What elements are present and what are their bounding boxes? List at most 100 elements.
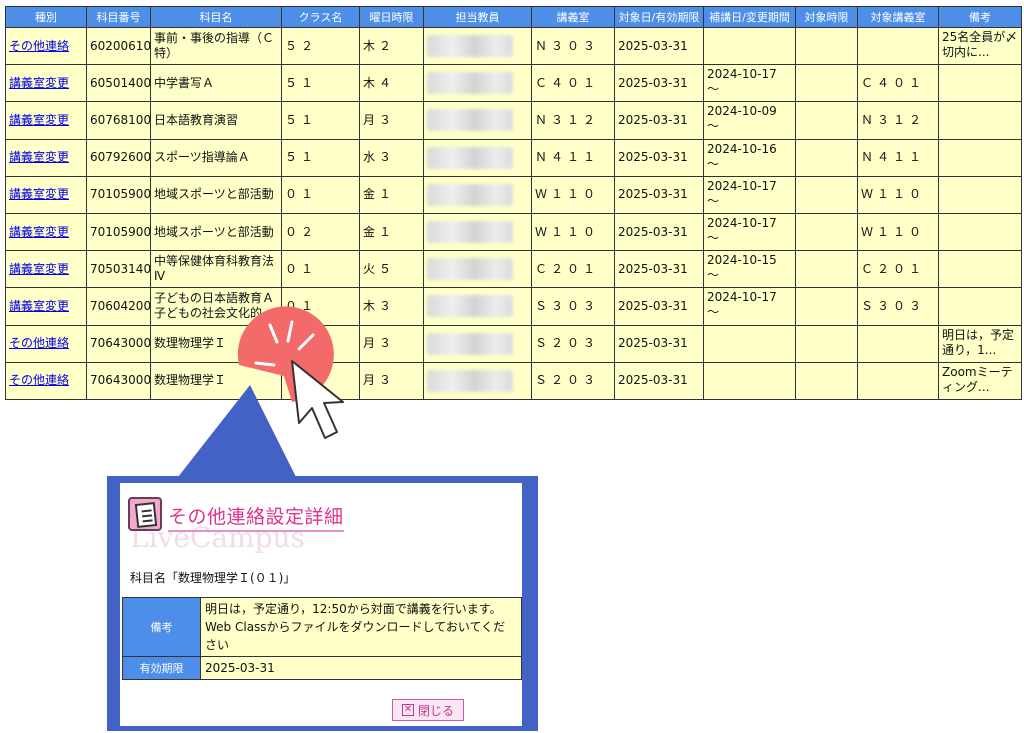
dialog-title: その他連絡設定詳細 [168,506,344,528]
cell-subject-text: 数理物理学Ｉ [154,336,227,351]
cell-change: 2024-10-17 ～ [703,287,796,326]
cell-code-text: 70643000 [90,336,151,351]
cell-due: 2025-03-31 [614,64,704,103]
table-row: 講義室変更 70105900 地域スポーツと部活動 ０１ 金１ Ｗ１１０ 2025-03-3… [5,175,1022,214]
col-header-type[interactable]: 種別 [5,6,87,28]
due-value: 2025-03-31 [200,656,522,680]
cell-period: 金１ [359,175,424,214]
detail-table: 備考 明日は，予定通り，12:50から対面で講義を行います。 Web Class… [122,597,522,680]
cell-subject-text: 地域スポーツと部活動 [154,224,274,239]
cell-type: その他連絡 [5,324,87,363]
table-row: 講義室変更 60792600 スポーツ指導論Ａ ５１ 水３ Ｎ４１１ 2025-03-31 2… [5,138,1022,177]
col-header-teacher[interactable]: 担当教員 [423,6,532,28]
col-header-note[interactable]: 備考 [938,6,1022,28]
cell-subject: 子どもの日本語教育Ａ 子どもの社会文化的 [150,287,282,326]
redacted-teacher-name [427,369,513,392]
notice-type-link[interactable]: 講義室変更 [9,113,69,127]
cell-code: 60768100 [86,101,151,140]
cell-due: 2025-03-31 [614,138,704,177]
cell-due-text: 2025-03-31 [618,150,688,165]
cell-target-period [795,101,858,140]
col-header-target-period[interactable]: 対象時限 [795,6,858,28]
col-header-change[interactable]: 補講日/変更期間 [703,6,796,28]
cell-change: 2024-10-17 ～ [703,212,796,252]
cell-target-room: Ｃ２０１ [857,250,939,289]
notice-type-link[interactable]: その他連絡 [9,39,69,53]
cell-due-text: 2025-03-31 [618,187,688,202]
cell-target-room-text: Ｃ４０１ [861,75,926,90]
cell-change-text: 2024-10-15 ～ [707,253,777,283]
cell-subject: 中等保健体育科教育法Ⅳ [150,250,282,289]
notice-type-link[interactable]: 講義室変更 [9,225,69,239]
cell-target-period [795,175,858,214]
cell-change-text: 2024-10-17 ～ [707,290,777,320]
notice-type-link[interactable]: その他連絡 [9,336,69,350]
cell-class-text: ５１ [285,75,318,90]
cell-due: 2025-03-31 [614,212,704,252]
cell-subject: 中学書写Ａ [150,64,282,103]
redacted-teacher-name [427,109,513,132]
cell-teacher [423,101,532,140]
cell-period: 木４ [359,64,424,103]
cell-target-period [795,64,858,103]
cell-change: 2024-10-09 ～ [703,101,796,140]
cell-room: Ｗ１１０ [531,212,615,252]
cell-target-period [795,287,858,326]
notice-type-link[interactable]: 講義室変更 [9,299,69,313]
cell-due: 2025-03-31 [614,250,704,289]
cell-target-room [857,324,939,363]
notice-type-link[interactable]: 講義室変更 [9,76,69,90]
cell-subject-text: スポーツ指導論Ａ [154,150,250,165]
notice-type-link[interactable]: 講義室変更 [9,262,69,276]
cell-period: 金１ [359,212,424,252]
cell-room: Ｃ２０１ [531,250,615,289]
cell-target-room-text: Ｓ３０３ [861,298,926,313]
table-row: 講義室変更 60768100 日本語教育演習 ５１ 月３ Ｎ３１２ 2025-03-31 20… [5,101,1022,140]
cell-class-text: ０１ [285,373,318,388]
cell-room: Ｎ３１２ [531,101,615,140]
cell-room-text: Ｃ２０１ [535,261,600,276]
cell-room-text: Ｓ２０３ [535,336,600,351]
notice-type-link[interactable]: 講義室変更 [9,187,69,201]
cell-due-text: 2025-03-31 [618,38,688,53]
cell-subject-text: 地域スポーツと部活動 [154,187,274,202]
cell-target-period [795,26,858,66]
notice-type-link[interactable]: その他連絡 [9,373,69,387]
notice-type-link[interactable]: 講義室変更 [9,150,69,164]
cell-note [938,250,1022,289]
cell-code: 70643000 [86,324,151,363]
cell-change-text: 2024-10-16 ～ [707,141,777,171]
cell-subject-text: 中学書写Ａ [154,75,215,90]
cell-teacher [423,361,532,400]
cell-room: Ｃ４０１ [531,64,615,103]
cell-type: 講義室変更 [5,175,87,214]
cell-target-room-text: Ｗ１１０ [861,187,926,202]
col-header-code[interactable]: 科目番号 [86,6,151,28]
cell-class: ０２ [281,212,360,252]
cell-teacher [423,324,532,363]
detail-row-due: 有効期限 2025-03-31 [122,656,522,680]
cell-note [938,101,1022,140]
cell-due-text: 2025-03-31 [618,261,688,276]
col-header-due[interactable]: 対象日/有効期限 [614,6,704,28]
close-button[interactable]: ✕ 閉じる [392,699,464,721]
col-header-subject[interactable]: 科目名 [150,6,282,28]
cell-period: 月３ [359,101,424,140]
cell-class: ０１ [281,175,360,214]
col-header-class[interactable]: クラス名 [281,6,360,28]
cell-due: 2025-03-31 [614,287,704,326]
cell-subject: 数理物理学Ｉ [150,324,282,363]
cell-note [938,287,1022,326]
cell-period-text: 水３ [363,150,396,165]
cell-type: 講義室変更 [5,212,87,252]
cell-target-period [795,250,858,289]
cell-subject-text: 事前・事後の指導（Ｃ特） [154,31,275,61]
col-header-target-room[interactable]: 対象講義室 [857,6,939,28]
col-header-room[interactable]: 講義室 [531,6,615,28]
cell-period-text: 木４ [363,75,396,90]
cell-target-room-text: Ｗ１１０ [861,224,926,239]
col-header-period[interactable]: 曜日時限 [359,6,424,28]
cell-change: 2024-10-15 ～ [703,250,796,289]
cell-due: 2025-03-31 [614,324,704,363]
cell-class-text: ５１ [285,112,318,127]
